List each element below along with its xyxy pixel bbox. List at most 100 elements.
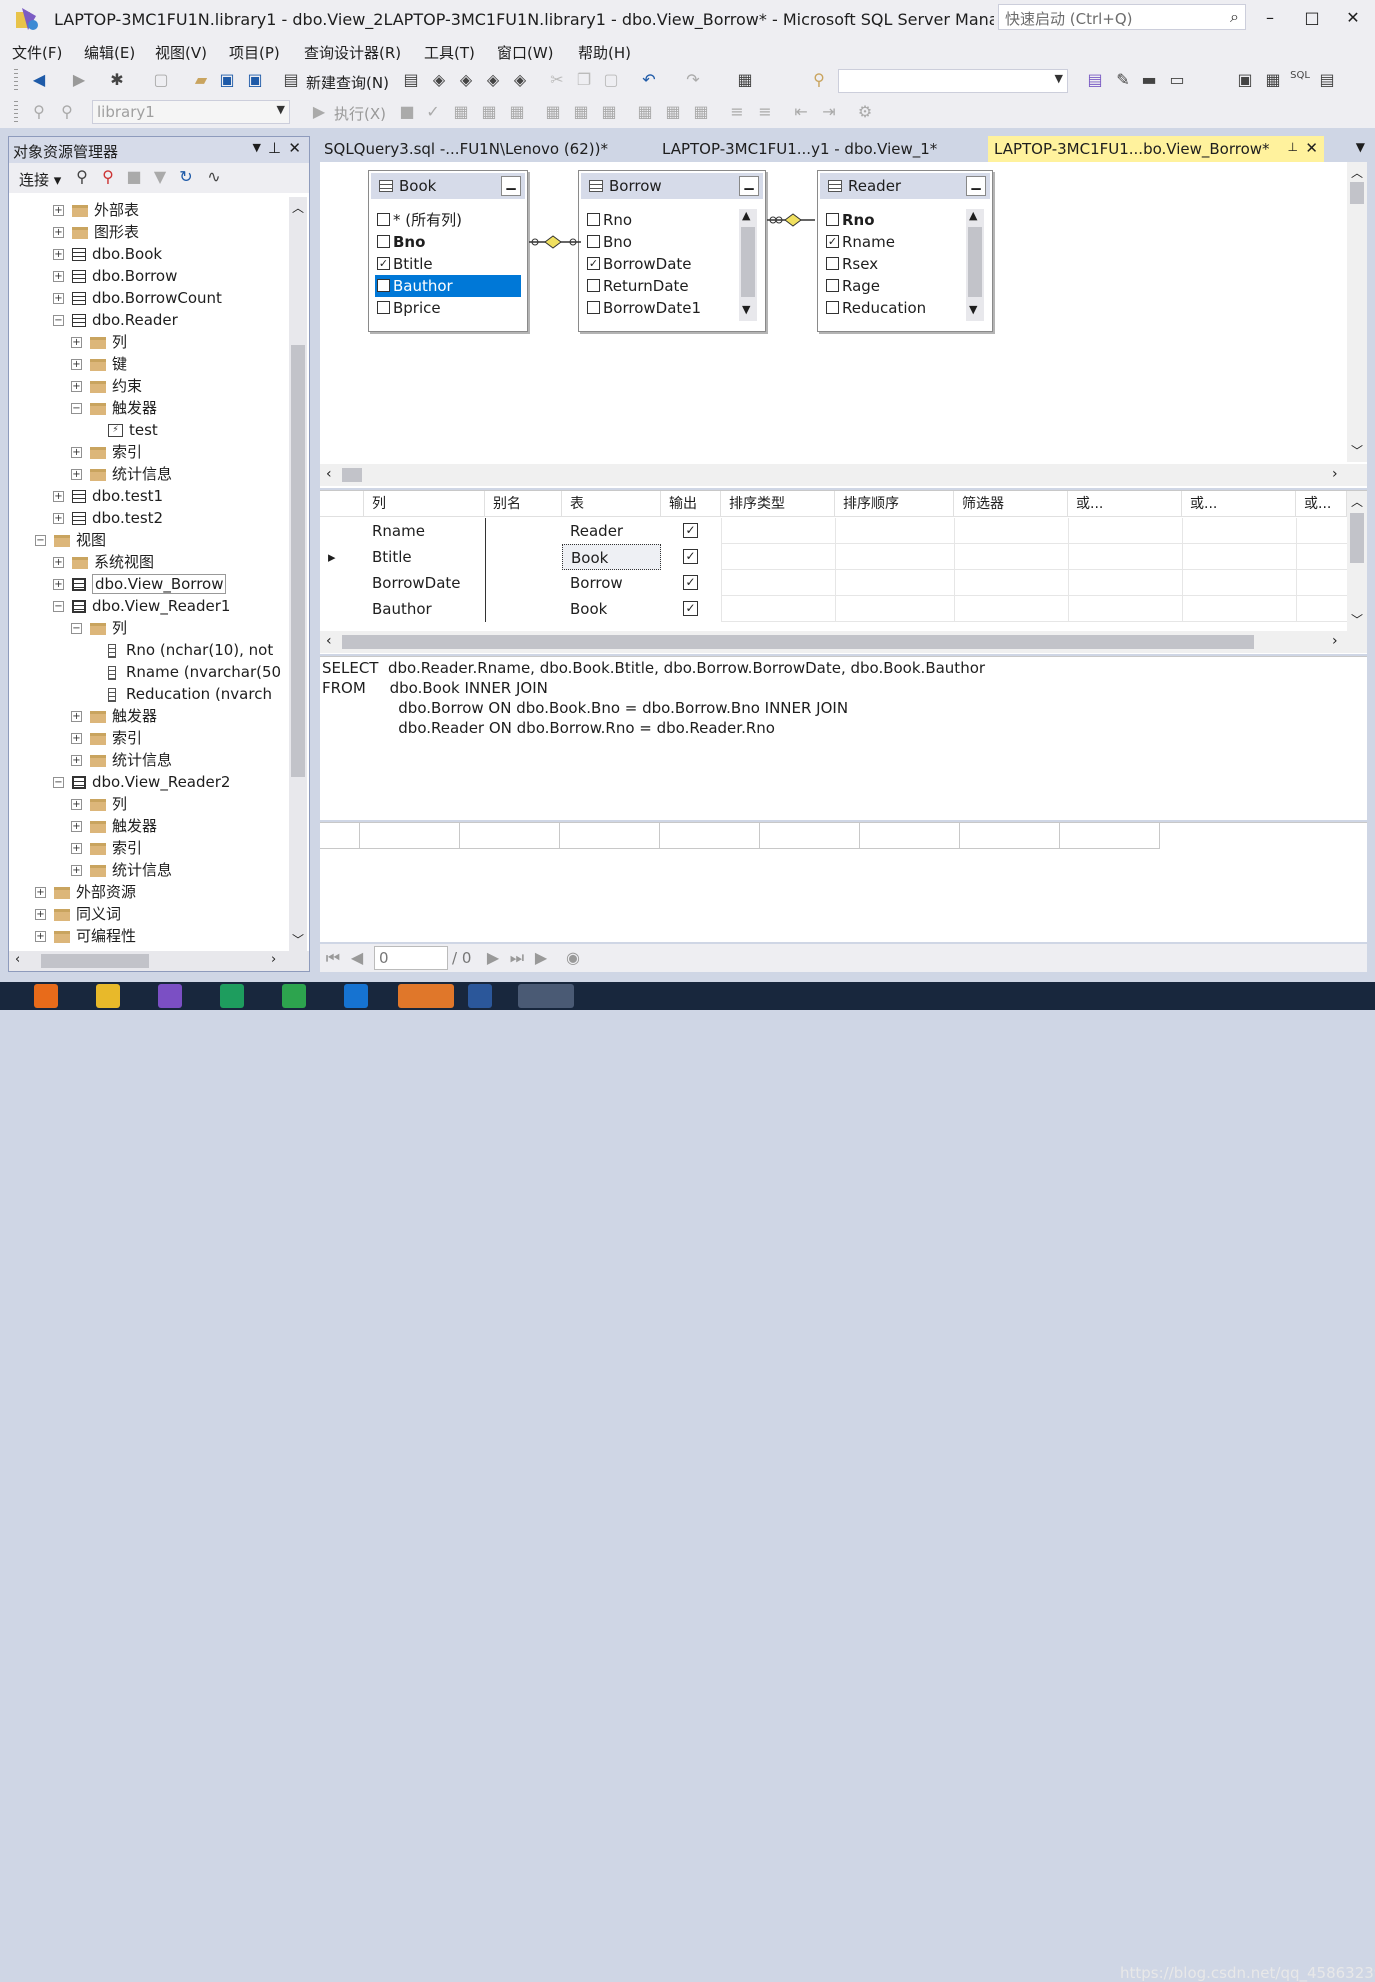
grid-cell-empty[interactable] (1068, 596, 1182, 622)
scroll-down-icon[interactable]: ▼ (742, 303, 750, 316)
diagram-column-row[interactable]: ✓ Bauthor (375, 275, 521, 297)
grid-horizontal-scrollbar[interactable]: ‹ › (320, 631, 1367, 653)
stop-icon[interactable]: ■ (123, 167, 145, 186)
new-query-button[interactable]: 新建查询(N) (306, 72, 389, 93)
diagram-column-row[interactable]: ✓ Btitle (375, 253, 521, 275)
scroll-left-icon[interactable]: ‹ (326, 633, 332, 649)
grid-cell-column[interactable]: Bauthor (364, 596, 485, 622)
connect-object-icon[interactable]: ⚲ (71, 167, 93, 186)
diagram-vertical-scrollbar[interactable]: ︿ ﹀ (1347, 162, 1367, 462)
mdx-query-icon[interactable]: ◈ (428, 70, 450, 89)
grid-cell-column[interactable]: Btitle (364, 544, 485, 570)
toolbar-grip[interactable] (14, 101, 18, 125)
tree-vertical-scrollbar[interactable]: ︿ ﹀ (289, 197, 307, 951)
tree-node-folder[interactable]: + 列 (71, 331, 127, 353)
menu-query-designer[interactable]: 查询设计器(R) (304, 42, 401, 63)
grid-column-header[interactable]: 筛选器 (954, 491, 1068, 517)
expand-icon[interactable]: + (71, 865, 82, 876)
column-checkbox[interactable]: ✓ (826, 235, 839, 248)
scroll-thumb[interactable] (342, 635, 1254, 649)
grid-cell-empty[interactable] (721, 544, 835, 570)
diagram-horizontal-scrollbar[interactable]: ‹ › (320, 464, 1367, 486)
save-icon[interactable]: ▣ (216, 70, 238, 89)
diagram-column-row[interactable]: BorrowDate1 (585, 297, 739, 319)
connect-icon[interactable]: ⚲ (28, 102, 50, 121)
stop-icon[interactable]: ◉ (562, 948, 584, 967)
tab-list-icon[interactable]: ▼ (1356, 140, 1365, 154)
expand-icon[interactable]: + (53, 293, 64, 304)
diagram-column-row[interactable]: Bno (585, 231, 739, 253)
scroll-thumb[interactable] (1350, 182, 1364, 204)
expand-icon[interactable]: + (53, 249, 64, 260)
toolbar-grip[interactable] (14, 69, 18, 93)
diagram-column-row[interactable]: Reducation (824, 297, 966, 319)
decrease-indent-icon[interactable]: ⇤ (790, 102, 812, 121)
grid-cell-empty[interactable] (721, 570, 835, 596)
tree-node-column[interactable]: Rname (nvarchar(50 (89, 661, 281, 683)
tree-node-folder[interactable]: + 外部资源 (35, 881, 136, 903)
grid-cell-empty[interactable] (1182, 596, 1296, 622)
tree-node-folder[interactable]: + 统计信息 (71, 749, 172, 771)
cut-icon[interactable]: ✂ (546, 70, 568, 89)
diagram-column-row[interactable]: Rno (824, 209, 966, 231)
database-engine-query-icon[interactable]: ▤ (400, 70, 422, 89)
live-stats-icon[interactable]: ▦ (690, 102, 712, 121)
scroll-down-icon[interactable]: ﹀ (1351, 442, 1363, 459)
menu-help[interactable]: 帮助(H) (578, 42, 631, 63)
output-checkbox[interactable]: ✓ (683, 549, 698, 564)
grid-column-header[interactable]: 表 (562, 491, 661, 517)
diagram-table-header[interactable]: Reader ▁ (820, 173, 990, 199)
tree-node-view[interactable]: − dbo.View_Reader1 (53, 595, 230, 617)
scroll-up-icon[interactable]: ︿ (1351, 164, 1363, 181)
grid-column-header[interactable]: 排序类型 (721, 491, 835, 517)
tree-node-folder[interactable]: + 统计信息 (71, 859, 172, 881)
grid-cell-empty[interactable] (954, 544, 1068, 570)
expand-icon[interactable]: + (35, 909, 46, 920)
show-diagram-pane-icon[interactable]: ▣ (1234, 70, 1256, 89)
grid-cell-table[interactable]: Book (562, 544, 661, 570)
column-checkbox[interactable] (587, 213, 600, 226)
tree-node-table[interactable]: + dbo.Borrow (53, 265, 177, 287)
row-selector[interactable] (320, 596, 364, 622)
results-to-file-icon[interactable]: ▦ (506, 102, 528, 121)
grid-cell-empty[interactable] (721, 596, 835, 622)
expand-icon[interactable]: + (71, 381, 82, 392)
next-record-icon[interactable]: ▶ (482, 948, 504, 967)
parse-icon[interactable]: ✓ (422, 102, 444, 121)
find-in-files-icon[interactable]: ⚲ (808, 70, 830, 89)
tree-node-folder[interactable]: + 索引 (71, 727, 142, 749)
grid-cell-empty[interactable] (721, 518, 835, 544)
undo-icon[interactable]: ↶ (638, 70, 660, 89)
table-column-scrollbar[interactable]: ▲ ▼ (739, 209, 757, 321)
refresh-icon[interactable]: ↻ (175, 167, 197, 186)
column-checkbox[interactable] (826, 301, 839, 314)
grid-column-header[interactable]: 或... (1068, 491, 1182, 517)
diagram-column-row[interactable]: Rno (585, 209, 739, 231)
table-column-scrollbar[interactable]: ▲ ▼ (966, 209, 984, 321)
grid-column-header[interactable]: 别名 (485, 491, 562, 517)
include-plan-icon[interactable]: ▦ (634, 102, 656, 121)
scroll-thumb[interactable] (41, 954, 149, 968)
grid-cell-empty[interactable] (835, 544, 954, 570)
tree-node-folder[interactable]: + 触发器 (71, 705, 157, 727)
command-window-icon[interactable]: ▭ (1166, 70, 1188, 89)
row-selector[interactable] (320, 570, 364, 596)
column-checkbox[interactable] (587, 301, 600, 314)
dmx-query-icon[interactable]: ◈ (455, 70, 477, 89)
scroll-thumb[interactable] (968, 227, 982, 297)
expand-icon[interactable]: + (71, 359, 82, 370)
grid-cell-empty[interactable] (954, 518, 1068, 544)
grid-cell-empty[interactable] (1068, 570, 1182, 596)
row-selector[interactable]: ▸ (320, 544, 364, 570)
join-line-book-borrow[interactable] (525, 232, 585, 252)
tree-node-folder[interactable]: + 外部表 (53, 199, 139, 221)
pin-icon[interactable]: ⊥ (1288, 140, 1298, 154)
scroll-left-icon[interactable]: ‹ (326, 466, 332, 482)
scroll-left-icon[interactable]: ‹ (15, 952, 20, 967)
column-checkbox[interactable] (826, 213, 839, 226)
grid-cell-empty[interactable] (1296, 596, 1347, 622)
grid-cell-table[interactable]: Book (562, 596, 661, 622)
media-player-icon[interactable] (282, 984, 306, 1008)
show-criteria-pane-icon[interactable]: ▦ (1262, 70, 1284, 89)
increase-indent-icon[interactable]: ⇥ (818, 102, 840, 121)
